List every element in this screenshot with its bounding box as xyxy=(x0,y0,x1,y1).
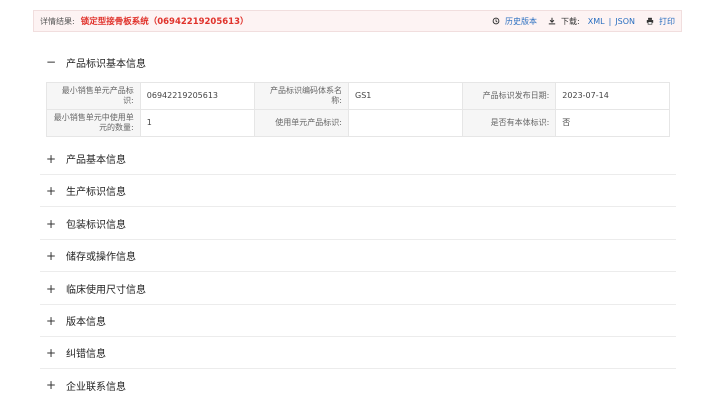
download-label: 下载: xyxy=(561,16,580,26)
field-label: 使用单元产品标识: xyxy=(254,109,349,137)
section-title: 版本信息 xyxy=(66,317,106,328)
section-title: 包装标识信息 xyxy=(66,220,126,231)
expand-icon[interactable]: + xyxy=(46,249,56,263)
field-label: 最小销售单元产品标识: xyxy=(46,82,141,110)
print-icon xyxy=(645,16,655,26)
field-value: 06942219205613 xyxy=(139,82,256,110)
expand-icon[interactable]: + xyxy=(46,217,56,231)
table-row: 最小销售单元中使用单元的数量: 1 使用单元产品标识: 是否有本体标识: 否 xyxy=(46,109,670,137)
field-value: 否 xyxy=(555,109,670,137)
header-actions: 历史版本 下载: XML | JSON 打印 xyxy=(491,16,675,27)
field-value: 2023-07-14 xyxy=(555,82,670,110)
section-packaging-identifier[interactable]: + 包装标识信息 xyxy=(40,208,676,240)
field-value xyxy=(348,109,463,137)
xml-link[interactable]: XML xyxy=(588,17,605,26)
section-error-correction[interactable]: + 纠错信息 xyxy=(40,337,676,369)
product-title: 锁定型接骨板系统（06942219205613） xyxy=(80,17,249,27)
detail-header-bar: 详情结果: 锁定型接骨板系统（06942219205613） 历史版本 下载: … xyxy=(33,10,682,32)
section-title: 临床使用尺寸信息 xyxy=(66,285,146,296)
section-title: 纠错信息 xyxy=(66,349,106,360)
field-label: 产品标识发布日期: xyxy=(461,82,557,110)
expand-icon[interactable]: + xyxy=(46,378,56,392)
section-title: 企业联系信息 xyxy=(66,381,126,393)
identifier-info-table: 最小销售单元产品标识: 06942219205613 产品标识编码体系名称: G… xyxy=(46,82,670,137)
section-title: 产品基本信息 xyxy=(66,155,126,166)
section-clinical-size[interactable]: + 临床使用尺寸信息 xyxy=(40,273,676,305)
history-link[interactable]: 历史版本 xyxy=(505,16,537,27)
field-label: 最小销售单元中使用单元的数量: xyxy=(46,109,141,137)
section-production-identifier[interactable]: + 生产标识信息 xyxy=(40,175,676,207)
table-row: 最小销售单元产品标识: 06942219205613 产品标识编码体系名称: G… xyxy=(46,82,670,110)
link-separator: | xyxy=(608,16,612,26)
section-title: 生产标识信息 xyxy=(66,187,126,198)
field-label: 是否有本体标识: xyxy=(461,109,557,137)
expand-icon[interactable]: + xyxy=(46,152,56,166)
field-label: 产品标识编码体系名称: xyxy=(254,82,349,110)
section-product-basic[interactable]: + 产品基本信息 xyxy=(40,143,676,175)
json-link[interactable]: JSON xyxy=(615,17,635,26)
section-storage-operation[interactable]: + 储存或操作信息 xyxy=(40,240,676,272)
section-title: 产品标识基本信息 xyxy=(66,58,146,70)
download-icon xyxy=(547,16,557,26)
expand-icon[interactable]: + xyxy=(46,282,56,296)
section-company-contact[interactable]: + 企业联系信息 xyxy=(40,369,676,401)
expand-icon[interactable]: + xyxy=(46,346,56,360)
expand-icon[interactable]: + xyxy=(46,184,56,198)
detail-label: 详情结果: xyxy=(40,16,75,26)
section-product-identifier-basic[interactable]: − 产品标识基本信息 xyxy=(40,46,676,78)
collapse-icon[interactable]: − xyxy=(46,55,56,69)
field-value: GS1 xyxy=(348,82,463,110)
section-title: 储存或操作信息 xyxy=(66,252,136,263)
field-value: 1 xyxy=(139,109,256,137)
section-version[interactable]: + 版本信息 xyxy=(40,305,676,337)
print-link[interactable]: 打印 xyxy=(659,16,675,27)
history-icon xyxy=(491,16,501,26)
expand-icon[interactable]: + xyxy=(46,314,56,328)
